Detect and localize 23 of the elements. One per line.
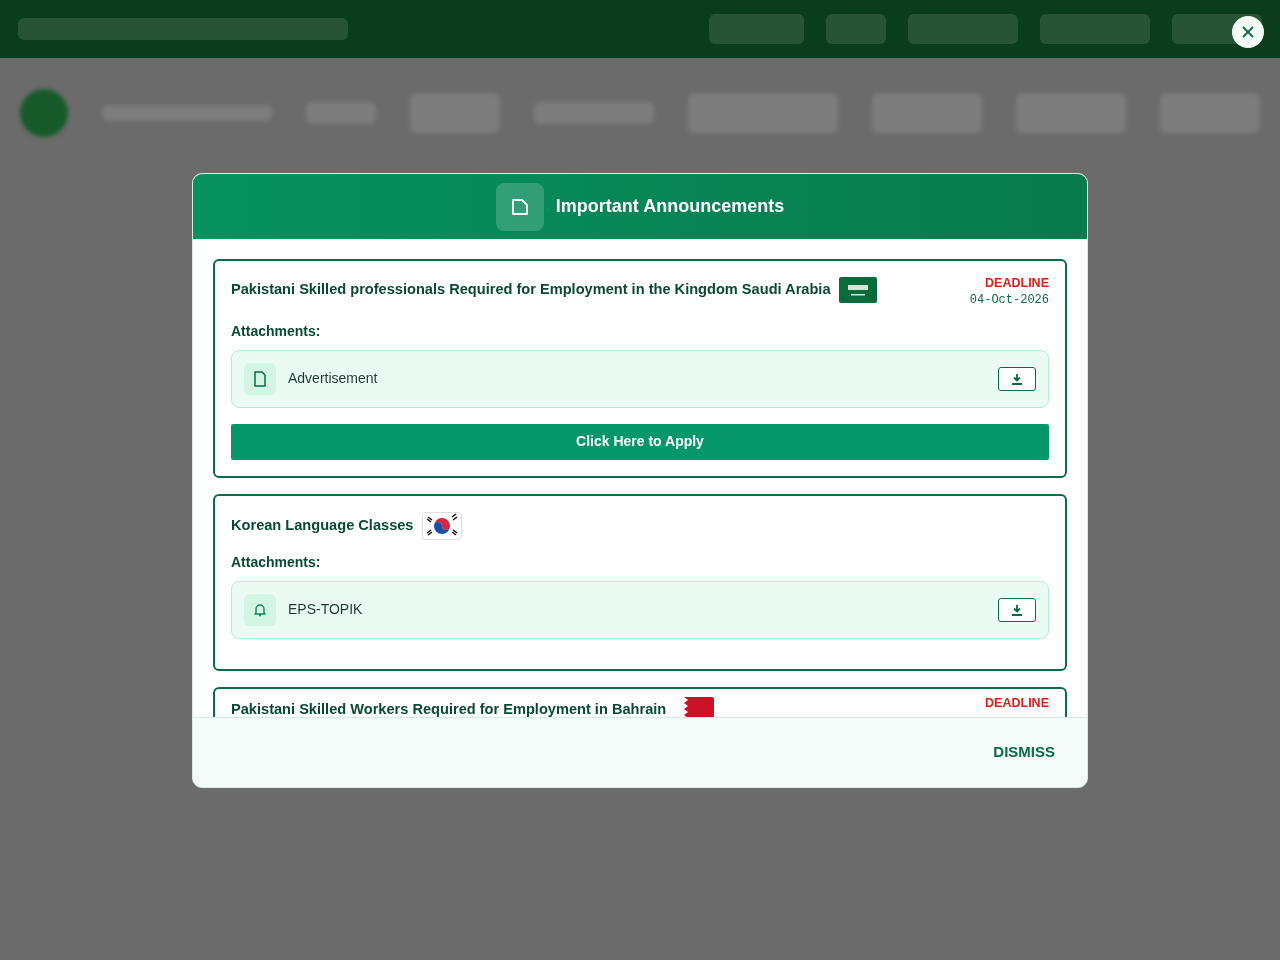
deadline-date: 04-Oct-2026 [969, 291, 1049, 309]
attachments-label: Attachments: [231, 321, 322, 341]
document-icon [495, 182, 544, 231]
download-button[interactable] [998, 366, 1036, 391]
announcement-title: Pakistani Skilled Workers Required for Employment in Bahrain [231, 699, 667, 717]
attachment-name: EPS-TOPIK [288, 600, 364, 620]
deadline-label: DEADLINE [984, 277, 1049, 291]
download-button[interactable] [998, 597, 1036, 622]
dialog-title: Important Announcements [555, 195, 785, 218]
bell-icon [244, 593, 276, 626]
download-icon [1011, 603, 1023, 616]
apply-button[interactable]: Click Here to Apply [231, 423, 1049, 460]
attachments-label: Attachments: [231, 552, 322, 572]
document-icon [244, 362, 276, 395]
close-icon [1242, 26, 1254, 38]
dismiss-button[interactable]: DISMISS [993, 737, 1055, 768]
announcement-title: Korean Language Classes [231, 515, 414, 535]
deadline-label: DEADLINE [985, 696, 1049, 711]
announcement-title: Pakistani Skilled professionals Required for Employment in the Kingdom Saudi Arabia [231, 280, 831, 300]
attachment-name: Advertisement [288, 369, 379, 389]
download-icon [1011, 372, 1023, 385]
flag-icon [838, 277, 877, 303]
flag-icon [421, 511, 462, 540]
